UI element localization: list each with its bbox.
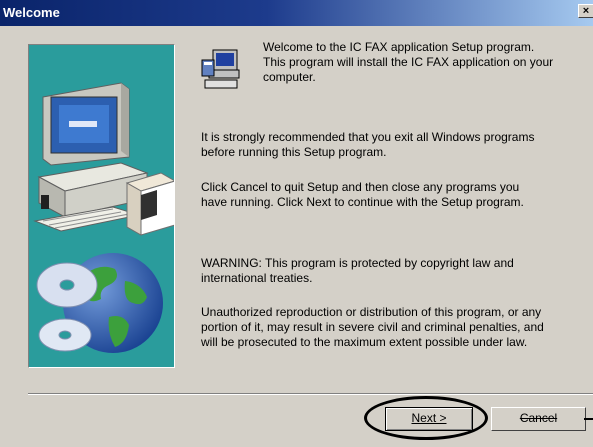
title-bar[interactable]: Welcome × [0, 0, 593, 26]
cancel-button[interactable]: Cancel [491, 407, 586, 431]
cancel-button-label: Cancel [519, 411, 558, 425]
highlight-ellipse [364, 396, 488, 440]
setup-computer-icon [201, 49, 240, 89]
cancel-info-text: Click Cancel to quit Setup and then clos… [201, 180, 524, 209]
warning-text: WARNING: This program is protected by co… [201, 256, 514, 285]
unauthorized-text: Unauthorized reproduction or distributio… [201, 305, 544, 349]
separator-highlight [28, 394, 593, 395]
close-button[interactable]: × [578, 4, 593, 18]
intro-text: Welcome to the IC FAX application Setup … [263, 40, 554, 84]
recommendation-text: It is strongly recommended that you exit… [201, 130, 535, 159]
side-illustration-panel [28, 44, 175, 368]
pointer-line [584, 418, 593, 420]
window-title: Welcome [3, 5, 60, 20]
computer-globe-cd-illustration [33, 82, 174, 353]
welcome-dialog: Welcome × Welcome to the IC FAX applicat… [0, 0, 593, 447]
